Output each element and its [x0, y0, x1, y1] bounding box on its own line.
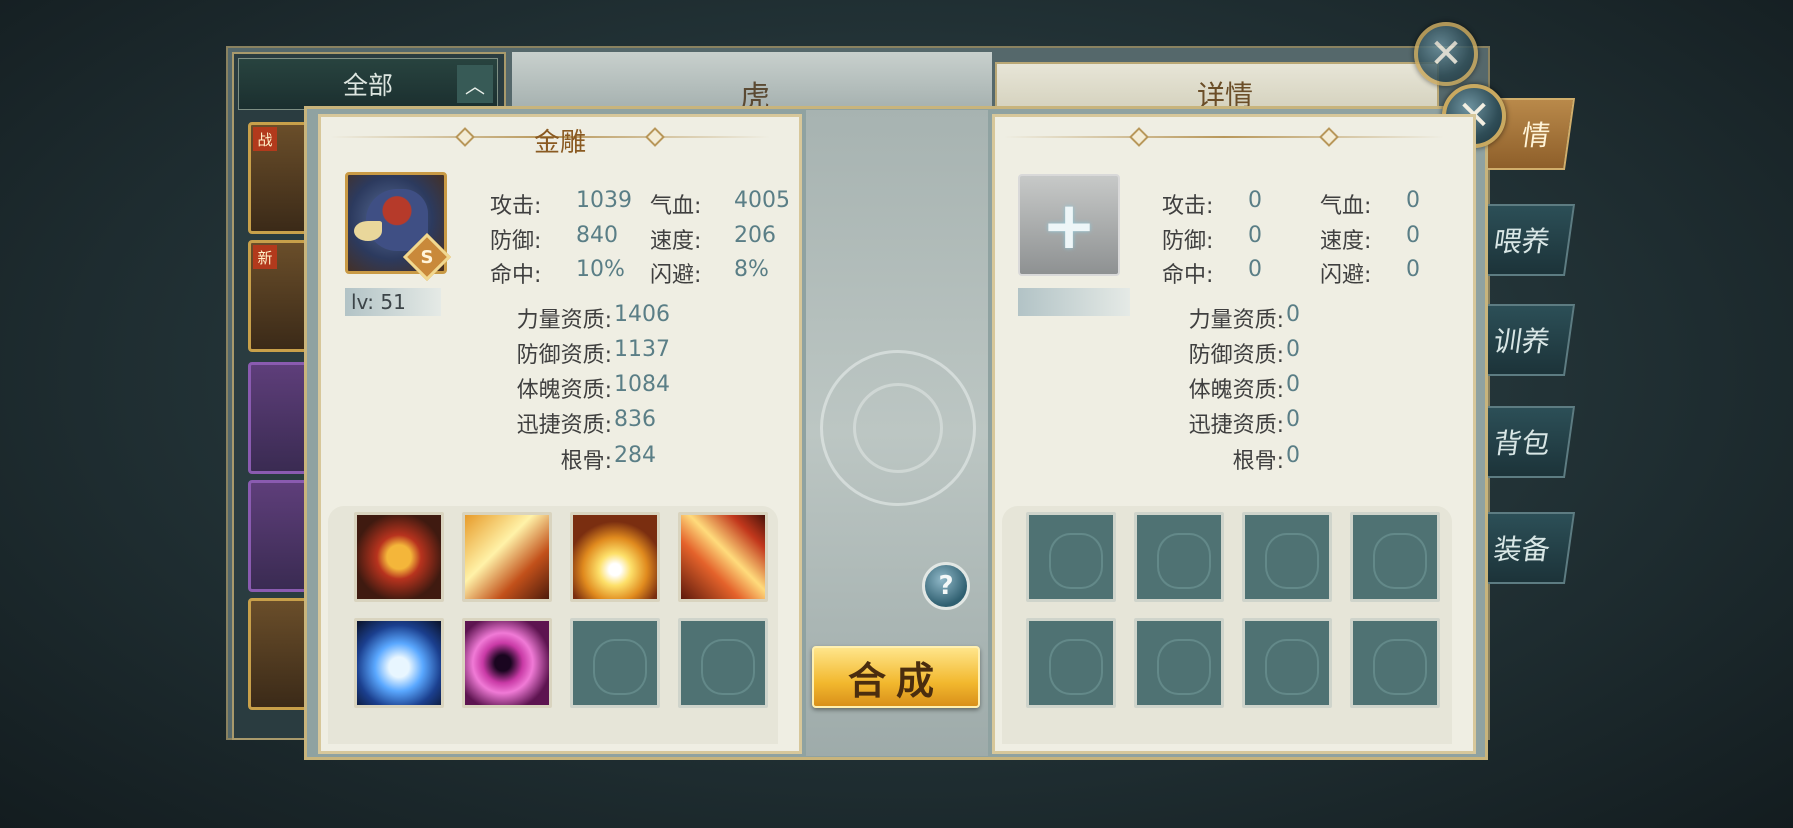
chevron-up-icon[interactable]: ︿	[457, 65, 493, 103]
stat-label: 速度:	[650, 229, 702, 254]
close-icon: ✕	[1429, 31, 1463, 77]
aptitude-label: 防御资质:	[516, 343, 612, 368]
empty-skill-slot[interactable]	[1134, 618, 1224, 708]
stat-value: 0	[1406, 223, 1420, 248]
empty-skill-slot[interactable]	[1242, 512, 1332, 602]
stat-label: 命中:	[1162, 263, 1214, 288]
stat-value: 0	[1248, 257, 1262, 282]
tab-feed[interactable]: 喂养	[1472, 204, 1576, 276]
aptitude-label: 根骨:	[1232, 449, 1284, 474]
battle-tag: 战	[253, 127, 277, 151]
tab-label: 背包	[1491, 427, 1553, 460]
aptitude-label: 力量资质:	[1188, 308, 1284, 333]
aptitude-value: 1137	[614, 337, 670, 362]
tab-label: 情	[1519, 119, 1553, 152]
stat-label: 闪避:	[650, 263, 702, 288]
eagle-beak-icon	[354, 221, 382, 241]
golden-burst-skill-icon[interactable]	[570, 512, 660, 602]
question-icon: ?	[938, 571, 954, 601]
empty-level-bar	[1018, 288, 1130, 316]
stat-label: 闪避:	[1320, 263, 1372, 288]
empty-skill-slot[interactable]	[1350, 512, 1440, 602]
plus-icon: +	[1041, 186, 1097, 264]
aptitude-label: 迅捷资质:	[1188, 413, 1284, 438]
dragon-emblem	[820, 350, 976, 506]
tab-train[interactable]: 训养	[1472, 304, 1576, 376]
stat-value: 1039	[576, 188, 632, 213]
stat-value: 0	[1406, 257, 1420, 282]
tab-equip[interactable]: 装备	[1472, 512, 1576, 584]
aptitude-label: 根骨:	[560, 449, 612, 474]
stat-label: 防御:	[1162, 229, 1214, 254]
aptitude-label: 体魄资质:	[516, 378, 612, 403]
stat-label: 命中:	[490, 263, 542, 288]
aptitude-label: 防御资质:	[1188, 343, 1284, 368]
void-vortex-skill-icon[interactable]	[462, 618, 552, 708]
stat-value: 0	[1406, 188, 1420, 213]
empty-skill-slot[interactable]	[1134, 512, 1224, 602]
aptitude-label: 体魄资质:	[1188, 378, 1284, 403]
merge-button[interactable]: 合成	[812, 646, 980, 708]
empty-skill-slot[interactable]	[1242, 618, 1332, 708]
empty-skill-slot[interactable]	[678, 618, 768, 708]
tab-label: 装备	[1491, 533, 1553, 566]
stat-value: 10%	[576, 257, 625, 282]
aptitude-value: 0	[1286, 372, 1300, 397]
empty-skill-slot[interactable]	[570, 618, 660, 708]
aptitude-value: 0	[1286, 443, 1300, 468]
aptitude-value: 0	[1286, 302, 1300, 327]
aptitude-value: 0	[1286, 407, 1300, 432]
tab-label: 喂养	[1491, 225, 1553, 258]
aptitude-label: 力量资质:	[516, 308, 612, 333]
stat-label: 攻击:	[490, 194, 542, 219]
aptitude-value: 284	[614, 443, 656, 468]
empty-skill-slot[interactable]	[1026, 512, 1116, 602]
title-divider	[1004, 136, 1444, 138]
stat-value: 840	[576, 223, 618, 248]
aptitude-value: 0	[1286, 337, 1300, 362]
stat-label: 速度:	[1320, 229, 1372, 254]
aptitude-value: 1406	[614, 302, 670, 327]
water-heart-skill-icon[interactable]	[354, 618, 444, 708]
aptitude-value: 836	[614, 407, 656, 432]
category-dropdown[interactable]: 全部 ︿	[238, 58, 498, 110]
stat-label: 气血:	[650, 194, 702, 219]
help-button[interactable]: ?	[922, 562, 970, 610]
tab-bag[interactable]: 背包	[1472, 406, 1576, 478]
new-tag: 新	[253, 245, 277, 269]
add-pet-button[interactable]: +	[1018, 174, 1120, 276]
flame-slash-skill-icon[interactable]	[462, 512, 552, 602]
category-label: 全部	[342, 71, 393, 100]
fire-orb-skill-icon[interactable]	[354, 512, 444, 602]
empty-skill-slot[interactable]	[1350, 618, 1440, 708]
stat-label: 气血:	[1320, 194, 1372, 219]
left-pet-name: 金雕	[533, 128, 586, 158]
aptitude-value: 1084	[614, 372, 670, 397]
background-close-button[interactable]: ✕	[1414, 22, 1478, 86]
stat-value: 0	[1248, 188, 1262, 213]
aptitude-label: 迅捷资质:	[516, 413, 612, 438]
pet-level: lv: 51	[345, 288, 441, 316]
stat-label: 攻击:	[1162, 194, 1214, 219]
stat-value: 4005	[734, 188, 790, 213]
stat-label: 防御:	[490, 229, 542, 254]
stat-value: 0	[1248, 223, 1262, 248]
fire-claw-skill-icon[interactable]	[678, 512, 768, 602]
stat-value: 206	[734, 223, 776, 248]
tab-label: 训养	[1491, 325, 1553, 358]
rank-label: S	[420, 246, 434, 268]
empty-skill-slot[interactable]	[1026, 618, 1116, 708]
stat-value: 8%	[734, 257, 769, 282]
